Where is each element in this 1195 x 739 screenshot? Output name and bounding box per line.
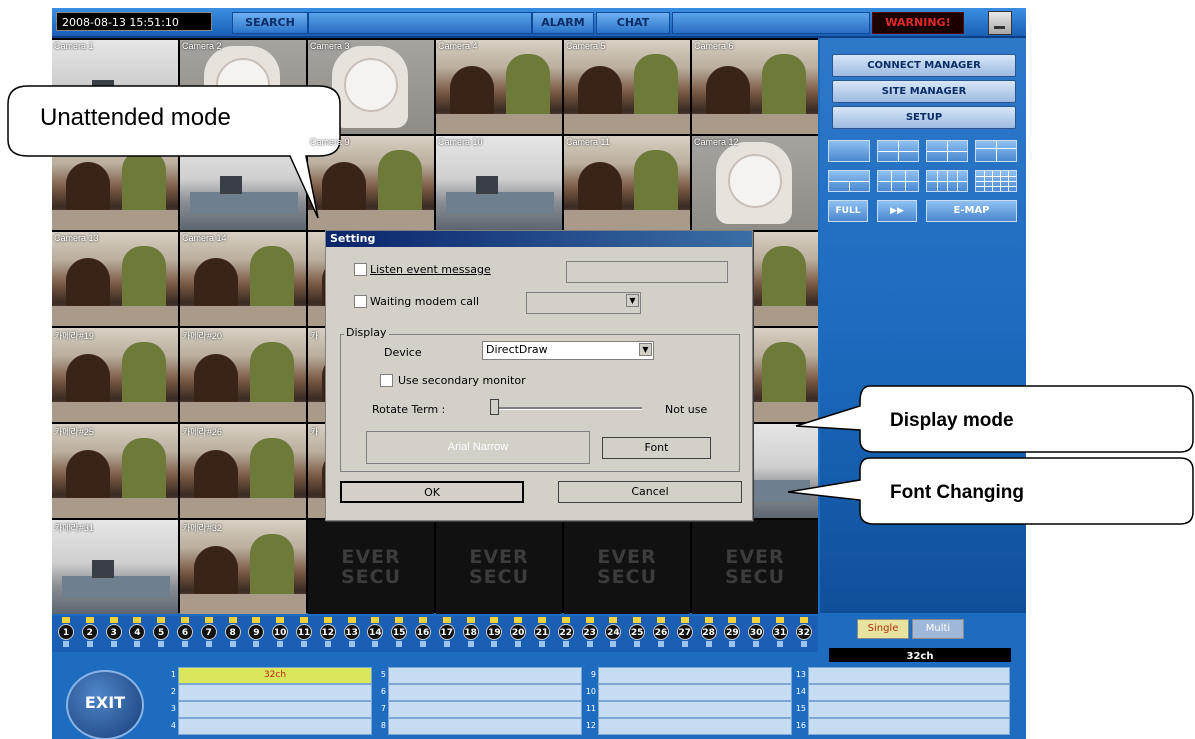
camera-label: Camera 13 bbox=[54, 233, 99, 243]
display-mode-callout: Display mode bbox=[890, 410, 1014, 431]
camera-label: Camera 12 bbox=[694, 137, 739, 147]
camera-label: 카 bbox=[310, 331, 319, 341]
camera-label: Camera 3 bbox=[310, 41, 350, 51]
camera-label: Camera 4 bbox=[438, 41, 478, 51]
camera-label: Camera 11 bbox=[566, 137, 610, 147]
camera-label: Camera 6 bbox=[694, 41, 734, 51]
camera-label: 카메라#19 bbox=[54, 331, 94, 341]
camera-label: Camera 5 bbox=[566, 41, 606, 51]
camera-label: 카메라#31 bbox=[54, 523, 94, 533]
camera-label: 카메라#20 bbox=[182, 331, 222, 341]
camera-label: 카메라#26 bbox=[182, 427, 222, 437]
camera-label: Camera 10 bbox=[438, 137, 483, 147]
camera-label: 카메라#25 bbox=[54, 427, 94, 437]
camera-label: Camera 1 bbox=[54, 41, 94, 51]
camera-label: 카 bbox=[310, 427, 319, 437]
camera-label: 카메라#32 bbox=[182, 523, 222, 533]
camera-label: Camera 14 bbox=[182, 233, 227, 243]
camera-label: Camera 2 bbox=[182, 41, 222, 51]
camera-label: Camera 9 bbox=[310, 137, 350, 147]
font-changing-callout: Font Changing bbox=[890, 482, 1025, 503]
unattended-callout: Unattended mode bbox=[40, 104, 231, 131]
